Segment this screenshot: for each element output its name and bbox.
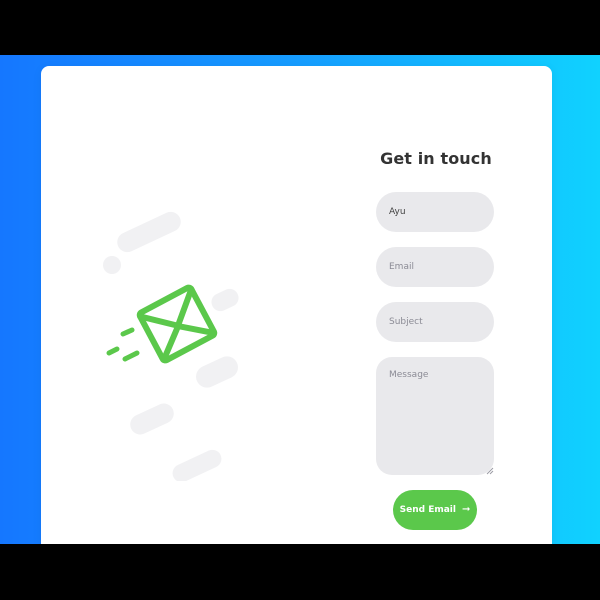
message-field[interactable] bbox=[376, 357, 494, 475]
email-field[interactable] bbox=[376, 247, 494, 287]
envelope-icon bbox=[136, 284, 218, 364]
speed-lines-icon bbox=[106, 327, 140, 362]
arrow-right-icon: ➞ bbox=[461, 504, 471, 515]
resize-handle-icon[interactable] bbox=[486, 467, 494, 475]
cloud-shape bbox=[117, 211, 181, 253]
name-field[interactable] bbox=[376, 192, 494, 232]
cloud-shape bbox=[196, 356, 238, 388]
cloud-shape bbox=[103, 256, 121, 274]
gradient-background: Get in touch Send Email ➞ bbox=[0, 55, 600, 544]
cloud-shape bbox=[211, 288, 239, 312]
cloud-shape bbox=[172, 449, 222, 481]
send-email-label: Send Email bbox=[399, 505, 456, 515]
email-illustration bbox=[103, 211, 239, 481]
contact-card: Get in touch Send Email ➞ bbox=[41, 66, 552, 544]
contact-title: Get in touch bbox=[380, 148, 492, 168]
cloud-shape bbox=[130, 403, 174, 435]
send-email-button[interactable]: Send Email ➞ bbox=[393, 490, 477, 530]
subject-field[interactable] bbox=[376, 302, 494, 342]
